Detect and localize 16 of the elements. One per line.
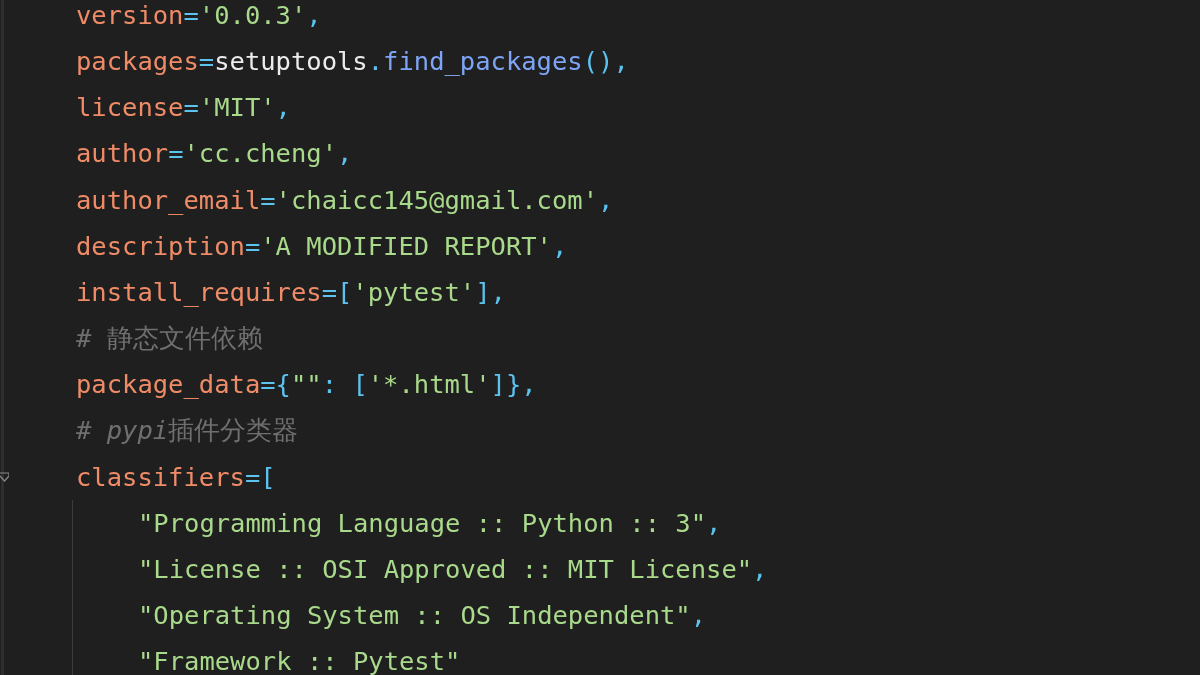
fold-icon[interactable]	[0, 469, 9, 484]
code-line: "Programming Language :: Python :: 3",	[138, 506, 722, 540]
code-line: packages=setuptools.find_packages(),	[76, 45, 629, 79]
code-line: version='0.0.3',	[76, 0, 322, 32]
code-line: # pypi插件分类器	[76, 414, 299, 448]
code-line: author='cc.cheng',	[76, 137, 353, 171]
code-line: "License :: OSI Approved :: MIT License",	[138, 552, 768, 586]
code-line: package_data={"": ['*.html']},	[76, 368, 537, 402]
code-line: author_email='chaicc145@gmail.com',	[76, 183, 614, 217]
code-line: "Framework :: Pytest"	[138, 645, 461, 675]
code-line: description='A MODIFIED REPORT',	[76, 229, 568, 263]
code-line: license='MIT',	[76, 91, 291, 125]
code-line: # 静态文件依赖	[76, 322, 263, 356]
code-line: "Operating System :: OS Independent",	[138, 599, 707, 633]
code-line: classifiers=[	[76, 460, 276, 494]
code-line: install_requires=['pytest'],	[76, 275, 506, 309]
